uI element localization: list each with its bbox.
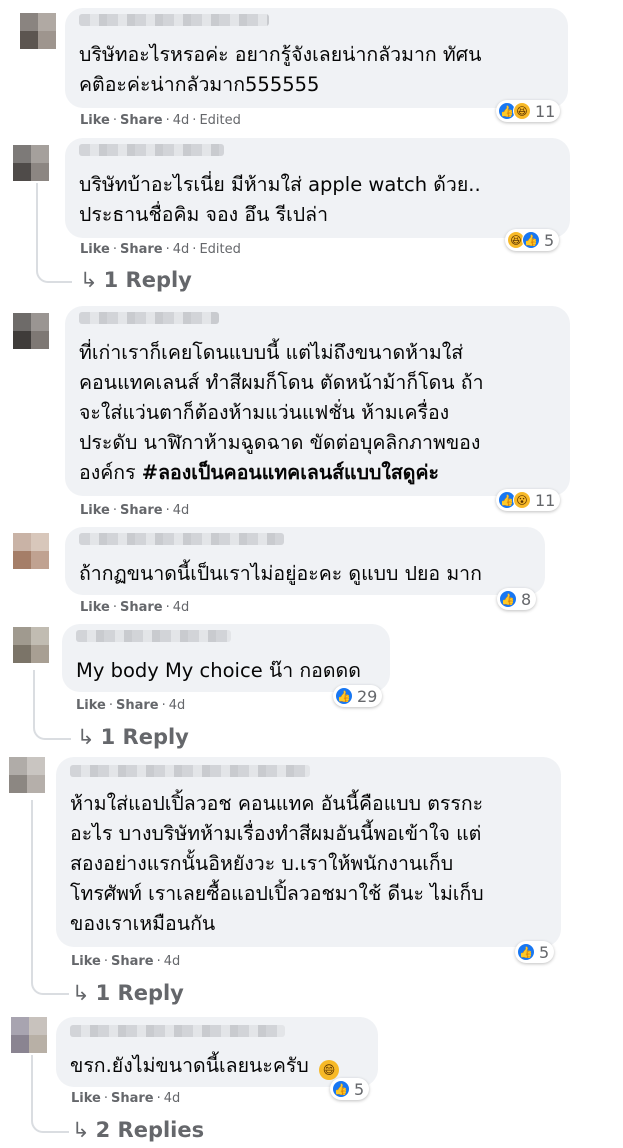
timestamp[interactable]: 4d — [173, 242, 190, 257]
view-replies-link[interactable]: ↳ 1 Reply — [77, 725, 189, 749]
share-button[interactable]: Share — [111, 1091, 154, 1106]
avatar[interactable] — [11, 1017, 47, 1053]
reaction-summary[interactable]: 👍 5 — [330, 1078, 370, 1100]
avatar[interactable] — [13, 533, 49, 569]
author-name[interactable] — [79, 533, 284, 545]
share-button[interactable]: Share — [111, 954, 154, 969]
like-button[interactable]: Like — [80, 242, 110, 257]
like-button[interactable]: Like — [80, 600, 110, 615]
like-button[interactable]: Like — [71, 1091, 101, 1106]
comment-text: ที่เก่าเราก็เคยโดนแบบนี้ แต่ไม่ถึงขนาดห้… — [79, 341, 484, 484]
comment-bubble: บริษัทบ้าอะไรเนี่ย มีห้ามใส่ apple watch… — [65, 138, 570, 238]
share-button[interactable]: Share — [120, 242, 163, 257]
comment-bubble: My body My choice น๊า กอดดด — [62, 624, 390, 692]
comment-bubble: ขรก.ยังไม่ขนาดนี้เลยนะครับ 😄 — [56, 1017, 378, 1087]
timestamp[interactable]: 4d — [164, 954, 181, 969]
comment-actions: Like · Share · 4d · Edited — [80, 113, 241, 128]
reaction-summary[interactable]: 😆 👍 5 — [505, 229, 560, 251]
comment-text: ขรก.ยังไม่ขนาดนี้เลยนะครับ 😄 — [70, 1051, 339, 1081]
comment-bubble: บริษัทอะไรหรอค่ะ อยากรู้จังเลยน่ากลัวมาก… — [65, 8, 568, 108]
comment-actions: Like · Share · 4d — [71, 1091, 181, 1106]
hashtag-link[interactable]: #ลองเป็นคอนแทคเลนส์แบบใสดูค่ะ — [142, 461, 439, 484]
avatar[interactable] — [13, 627, 49, 663]
edited-label: Edited — [199, 242, 241, 257]
like-icon: 👍 — [522, 231, 540, 249]
comment-text: บริษัทอะไรหรอค่ะ อยากรู้จังเลยน่ากลัวมาก… — [79, 43, 482, 96]
avatar[interactable] — [13, 313, 49, 349]
view-replies-link[interactable]: ↳ 1 Reply — [80, 268, 192, 292]
like-button[interactable]: Like — [76, 698, 106, 713]
author-name[interactable] — [70, 765, 310, 777]
comment-actions: Like · Share · 4d — [71, 954, 181, 969]
reply-arrow-icon: ↳ — [72, 981, 90, 1005]
share-button[interactable]: Share — [120, 503, 163, 518]
author-name[interactable] — [79, 312, 219, 324]
timestamp[interactable]: 4d — [164, 1091, 181, 1106]
reaction-summary[interactable]: 👍 😆 11 — [496, 100, 561, 122]
avatar[interactable] — [13, 145, 49, 181]
comment-actions: Like · Share · 4d · Edited — [80, 242, 241, 257]
haha-icon: 😆 — [513, 102, 531, 120]
timestamp[interactable]: 4d — [173, 113, 190, 128]
grinning-emoji-icon: 😄 — [318, 1060, 339, 1080]
reaction-summary[interactable]: 👍 8 — [497, 588, 537, 610]
reaction-summary[interactable]: 👍 29 — [333, 685, 383, 707]
share-button[interactable]: Share — [120, 113, 163, 128]
timestamp[interactable]: 4d — [169, 698, 186, 713]
wow-icon: 😮 — [513, 491, 531, 509]
avatar[interactable] — [9, 757, 45, 793]
reaction-summary[interactable]: 👍 😮 11 — [496, 489, 561, 511]
comment-actions: Like · Share · 4d — [80, 600, 190, 615]
like-icon: 👍 — [335, 687, 353, 705]
edited-label: Edited — [199, 113, 241, 128]
reaction-summary[interactable]: 👍 5 — [515, 941, 555, 963]
comment-bubble: ที่เก่าเราก็เคยโดนแบบนี้ แต่ไม่ถึงขนาดห้… — [65, 306, 570, 496]
author-name[interactable] — [79, 144, 224, 156]
comment-text: My body My choice น๊า กอดดด — [76, 659, 361, 682]
reply-arrow-icon: ↳ — [77, 725, 95, 749]
comment-text: ห้ามใส่แอปเปิ้ลวอช คอนแทค อันนี้คือแบบ ต… — [70, 792, 484, 935]
author-name[interactable] — [76, 630, 231, 642]
comment-actions: Like · Share · 4d — [76, 698, 186, 713]
like-icon: 👍 — [332, 1080, 350, 1098]
view-replies-link[interactable]: ↳ 2 Replies — [72, 1118, 204, 1142]
like-button[interactable]: Like — [80, 503, 110, 518]
comment-text: ถ้ากฏขนาดนี้เป็นเราไม่อยู่อะคะ ดูแบบ ปยอ… — [79, 562, 482, 585]
comment-bubble: ห้ามใส่แอปเปิ้ลวอช คอนแทค อันนี้คือแบบ ต… — [56, 757, 561, 947]
comment-actions: Like · Share · 4d — [80, 503, 190, 518]
timestamp[interactable]: 4d — [173, 600, 190, 615]
like-button[interactable]: Like — [71, 954, 101, 969]
reply-arrow-icon: ↳ — [80, 268, 98, 292]
avatar[interactable] — [20, 13, 56, 49]
share-button[interactable]: Share — [120, 600, 163, 615]
like-icon: 👍 — [499, 590, 517, 608]
like-button[interactable]: Like — [80, 113, 110, 128]
comment-text: บริษัทบ้าอะไรเนี่ย มีห้ามใส่ apple watch… — [79, 173, 481, 226]
share-button[interactable]: Share — [116, 698, 159, 713]
author-name[interactable] — [79, 14, 269, 26]
like-icon: 👍 — [517, 943, 535, 961]
reply-arrow-icon: ↳ — [72, 1118, 90, 1142]
comment-bubble: ถ้ากฏขนาดนี้เป็นเราไม่อยู่อะคะ ดูแบบ ปยอ… — [65, 527, 545, 595]
author-name[interactable] — [70, 1025, 285, 1037]
timestamp[interactable]: 4d — [173, 503, 190, 518]
view-replies-link[interactable]: ↳ 1 Reply — [72, 981, 184, 1005]
